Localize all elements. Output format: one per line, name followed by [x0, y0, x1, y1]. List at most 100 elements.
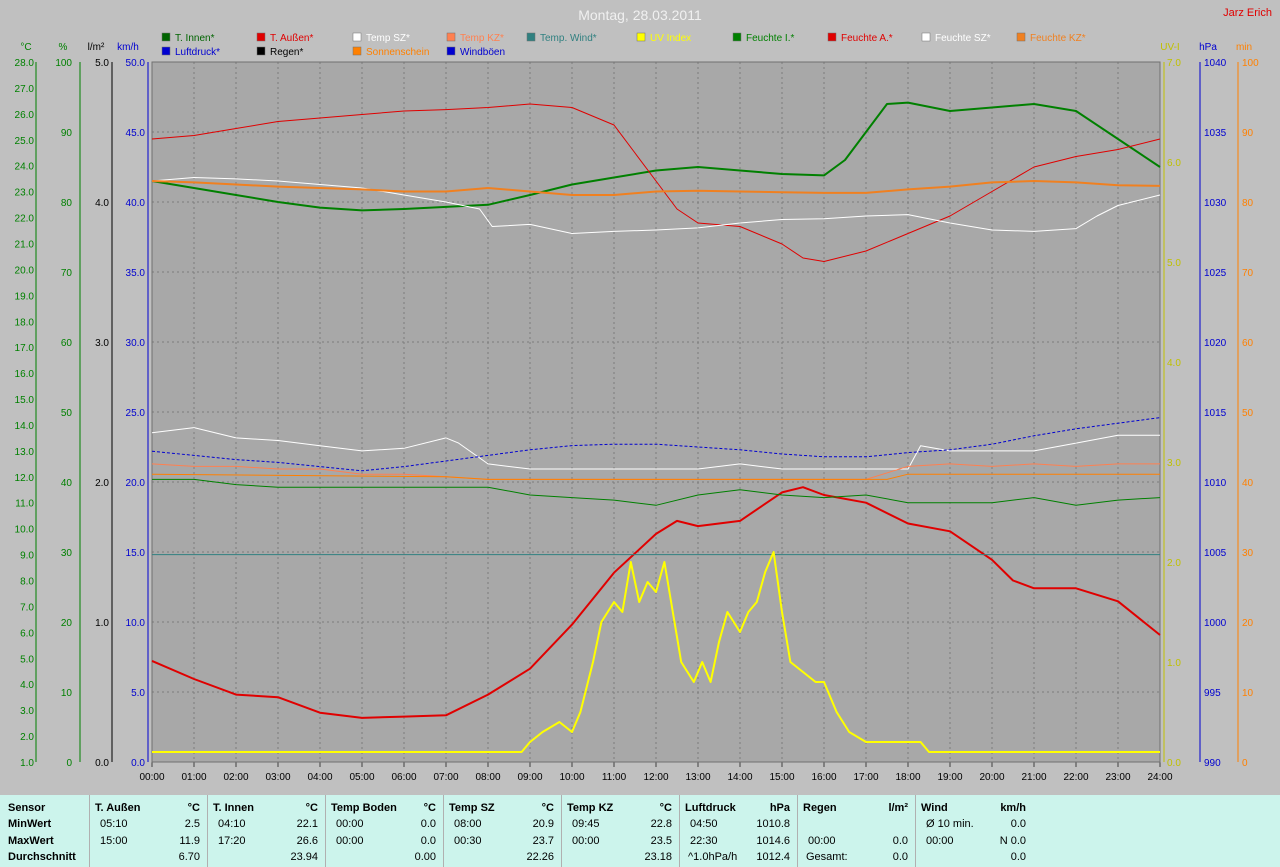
- temp-tick-label: 26.0: [15, 110, 35, 121]
- wind-tick-label: 40.0: [126, 198, 146, 209]
- uv-tick-label: 4.0: [1167, 358, 1181, 369]
- uv-tick-label: 7.0: [1167, 58, 1181, 69]
- temp-tick-label: 9.0: [20, 551, 34, 562]
- row-label-max: MaxWert: [8, 835, 54, 847]
- stat-min-time: Ø 10 min.: [926, 818, 974, 830]
- stat-unit: °C: [423, 802, 436, 814]
- temp-tick-label: 11.0: [15, 499, 34, 510]
- stat-max-value: N 0.0: [999, 835, 1026, 847]
- statistics-panel: Sensor MinWert MaxWert Durchschnitt T. A…: [0, 795, 1280, 867]
- humidity-tick-label: 60: [61, 338, 73, 349]
- legend-swatch: [352, 46, 362, 56]
- legend-swatch: [827, 32, 837, 42]
- stat-max-time: 00:00: [808, 835, 836, 847]
- sun-tick-label: 30: [1242, 548, 1254, 559]
- wind-tick-label: 50.0: [126, 58, 146, 69]
- pressure-tick-label: 1025: [1204, 268, 1227, 279]
- temp-tick-label: 19.0: [15, 291, 35, 302]
- stat-min-value: 22.1: [296, 818, 318, 830]
- wind-tick-label: 10.0: [126, 618, 146, 629]
- rain-tick-label: 3.0: [95, 338, 109, 349]
- stat-unit: km/h: [1000, 802, 1026, 814]
- temp-tick-label: 22.0: [15, 214, 35, 225]
- uv-tick-label: 3.0: [1167, 458, 1181, 469]
- stat-name: Luftdruck: [685, 802, 736, 814]
- uv-tick-label: 2.0: [1167, 558, 1181, 569]
- x-tick-label: 20:00: [979, 772, 1004, 783]
- stat-avg-label: Gesamt:: [806, 851, 848, 863]
- x-tick-label: 15:00: [769, 772, 794, 783]
- stat-name: Wind: [921, 802, 948, 814]
- legend-swatch: [256, 32, 266, 42]
- stat-max-time: 15:00: [100, 835, 128, 847]
- pressure-tick-label: 995: [1204, 688, 1221, 699]
- x-tick-label: 14:00: [727, 772, 752, 783]
- stat-min-value: 22.8: [650, 818, 672, 830]
- axis-unit-left: km/h: [117, 42, 139, 53]
- stat-min-time: 00:00: [336, 818, 364, 830]
- stat-block: Wind km/h Ø 10 min. 0.0 00:00 N 0.0 0.0: [915, 795, 1032, 867]
- temp-tick-label: 6.0: [20, 628, 34, 639]
- x-tick-label: 01:00: [181, 772, 206, 783]
- sun-tick-label: 80: [1242, 198, 1254, 209]
- humidity-tick-label: 50: [61, 408, 73, 419]
- stat-min-value: 0.0: [1010, 818, 1026, 830]
- x-tick-label: 04:00: [307, 772, 332, 783]
- uv-tick-label: 5.0: [1167, 258, 1181, 269]
- x-tick-label: 11:00: [602, 772, 627, 783]
- temp-tick-label: 13.0: [15, 447, 35, 458]
- stat-avg-label: ^1.0hPa/h: [688, 851, 738, 863]
- temp-tick-label: 4.0: [20, 680, 34, 691]
- legend-label: Luftdruck*: [175, 47, 220, 58]
- pressure-tick-label: 1020: [1204, 338, 1227, 349]
- legend-label: Windböen: [460, 47, 505, 58]
- stat-max-time: 00:00: [926, 835, 954, 847]
- legend-swatch: [732, 32, 742, 42]
- legend-swatch: [526, 32, 536, 42]
- legend-label: T. Außen*: [270, 33, 313, 44]
- stat-name: Temp SZ: [449, 802, 495, 814]
- x-tick-label: 05:00: [349, 772, 374, 783]
- stat-max-value: 0.0: [420, 835, 436, 847]
- axis-unit-right: UV-I: [1160, 42, 1179, 53]
- stat-min-value: 2.5: [184, 818, 200, 830]
- pressure-tick-label: 1010: [1204, 478, 1227, 489]
- x-tick-label: 02:00: [223, 772, 248, 783]
- x-tick-label: 06:00: [391, 772, 416, 783]
- temp-tick-label: 28.0: [15, 58, 35, 69]
- legend-label: UV Index: [650, 33, 691, 44]
- rain-tick-label: 4.0: [95, 198, 109, 209]
- stat-name: Temp KZ: [567, 802, 614, 814]
- stat-name: T. Außen: [95, 802, 141, 814]
- stat-max-value: 23.7: [532, 835, 554, 847]
- stat-unit: °C: [305, 802, 318, 814]
- stat-min-time: 04:50: [690, 818, 718, 830]
- sun-tick-label: 0: [1242, 758, 1248, 769]
- stat-block: Temp SZ °C 08:00 20.9 00:30 23.7 22.26: [443, 795, 560, 867]
- sun-tick-label: 50: [1242, 408, 1254, 419]
- chart-title: Montag, 28.03.2011: [578, 7, 702, 23]
- wind-tick-label: 20.0: [126, 478, 146, 489]
- stat-min-value: 1010.8: [756, 818, 790, 830]
- sun-tick-label: 70: [1242, 268, 1254, 279]
- stat-avg-value: 0.0: [892, 851, 908, 863]
- row-label-min: MinWert: [8, 818, 52, 830]
- sun-tick-label: 60: [1242, 338, 1254, 349]
- stat-max-value: 1014.6: [756, 835, 790, 847]
- legend-label: Temp SZ*: [366, 33, 410, 44]
- stat-unit: °C: [187, 802, 200, 814]
- stat-max-time: 00:00: [572, 835, 600, 847]
- pressure-tick-label: 990: [1204, 758, 1221, 769]
- legend-label: Regen*: [270, 47, 303, 58]
- temp-tick-label: 10.0: [15, 525, 35, 536]
- weather-chart: 28.0 27.0 26.0 25.0 24.0 23.0 22.0 21.0 20.0 19.0…: [0, 0, 1280, 795]
- sensor-title: Sensor: [8, 802, 46, 814]
- sun-tick-label: 20: [1242, 618, 1254, 629]
- stat-max-value: 26.6: [296, 835, 318, 847]
- stat-name: Temp Boden: [331, 802, 397, 814]
- stat-block: Temp KZ °C 09:45 22.8 00:00 23.5 23.18: [561, 795, 678, 867]
- temp-tick-label: 3.0: [20, 706, 34, 717]
- sun-tick-label: 90: [1242, 128, 1254, 139]
- humidity-tick-label: 30: [61, 548, 73, 559]
- stat-max-value: 0.0: [892, 835, 908, 847]
